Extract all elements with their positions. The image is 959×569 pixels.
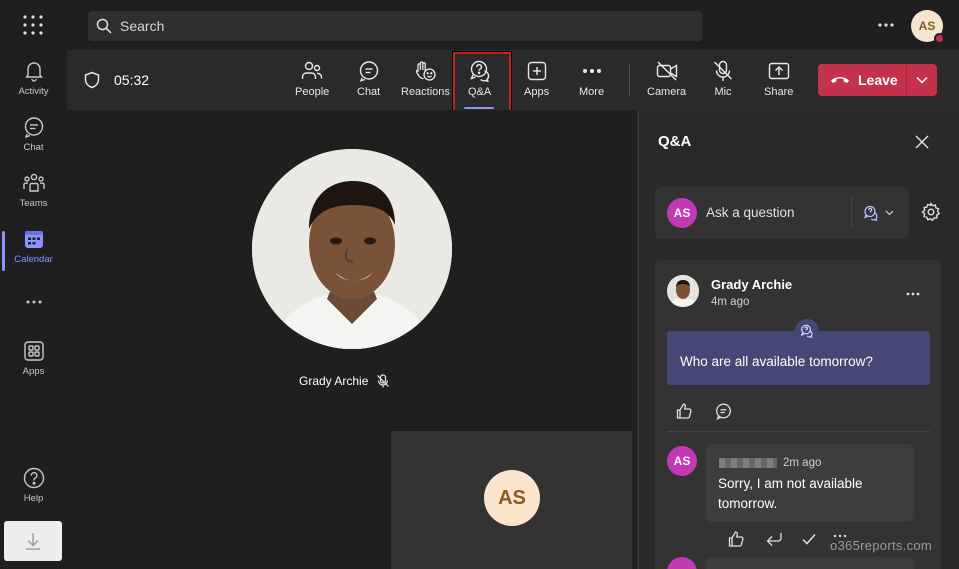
next-reply-avatar bbox=[667, 557, 697, 569]
people-icon bbox=[301, 60, 323, 82]
search-input[interactable]: Search bbox=[88, 11, 702, 41]
meeting-toolbar: 05:32 People Chat Reactions Q&A Apps Mor… bbox=[67, 50, 959, 118]
left-rail: Activity Chat Teams Calendar Apps Help bbox=[0, 50, 67, 569]
question-bubble: Who are all available tomorrow? bbox=[667, 319, 930, 385]
reply-icon[interactable] bbox=[715, 403, 732, 420]
participant-photo bbox=[252, 149, 452, 349]
shield-icon bbox=[83, 71, 101, 89]
rail-item-calendar[interactable]: Calendar bbox=[0, 227, 67, 279]
gear-icon[interactable] bbox=[921, 202, 941, 222]
qa-panel: Q&A AS Ask a question Grady Archie 4m ag… bbox=[638, 110, 959, 569]
more-options-icon[interactable] bbox=[905, 286, 921, 302]
card-divider bbox=[667, 431, 930, 432]
rail-item-help[interactable]: Help bbox=[0, 466, 67, 518]
question-card: Grady Archie 4m ago Who are all availabl… bbox=[655, 260, 941, 569]
camera-button[interactable]: Camera bbox=[647, 60, 686, 102]
close-icon[interactable] bbox=[914, 134, 930, 150]
question-time: 4m ago bbox=[711, 296, 750, 308]
video-stage: Grady Archie AS bbox=[67, 110, 637, 569]
top-bar: Search AS bbox=[0, 0, 959, 50]
more-icon bbox=[581, 60, 603, 82]
more-options-icon[interactable] bbox=[876, 15, 896, 35]
search-placeholder: Search bbox=[120, 18, 165, 34]
question-text: Who are all available tomorrow? bbox=[680, 354, 873, 369]
camera-off-icon bbox=[656, 60, 678, 82]
qa-icon bbox=[863, 205, 878, 221]
self-video-tile: AS bbox=[391, 431, 632, 569]
watermark: o365reports.com bbox=[830, 538, 933, 553]
reply-avatar: AS bbox=[667, 446, 697, 476]
chat-icon bbox=[22, 115, 46, 139]
rail-item-more[interactable] bbox=[0, 290, 67, 314]
search-icon bbox=[96, 18, 112, 34]
hang-up-icon bbox=[831, 77, 849, 83]
panel-title: Q&A bbox=[658, 133, 692, 150]
reply-arrow-icon[interactable] bbox=[765, 530, 783, 548]
reactions-button[interactable]: Reactions bbox=[401, 60, 450, 102]
rail-item-activity[interactable]: Activity bbox=[0, 59, 67, 111]
apps-icon bbox=[22, 339, 46, 363]
ask-question-input[interactable]: Ask a question bbox=[706, 205, 795, 220]
status-dot bbox=[934, 33, 945, 44]
share-icon bbox=[768, 60, 790, 82]
reply-text: Sorry, I am not available tomorrow. bbox=[718, 476, 863, 511]
add-app-icon bbox=[526, 60, 548, 82]
like-icon[interactable] bbox=[675, 402, 693, 420]
question-badge-icon bbox=[795, 319, 819, 343]
like-icon[interactable] bbox=[727, 530, 745, 548]
share-button[interactable]: Share bbox=[764, 60, 793, 102]
leave-button-group: Leave bbox=[818, 64, 937, 96]
meeting-timer: 05:32 bbox=[114, 72, 150, 88]
ask-divider bbox=[851, 197, 852, 229]
reply-bubble: 2m ago Sorry, I am not available tomorro… bbox=[706, 444, 914, 522]
chat-icon bbox=[358, 60, 380, 82]
mic-button[interactable]: Mic bbox=[712, 60, 734, 102]
chevron-down-icon bbox=[885, 210, 894, 216]
qa-active-indicator bbox=[464, 107, 494, 109]
ask-question-box[interactable]: AS Ask a question bbox=[655, 187, 909, 239]
participant-name: Grady Archie bbox=[299, 374, 369, 388]
leave-options-chevron-icon[interactable] bbox=[907, 76, 937, 84]
mic-muted-icon bbox=[368, 374, 390, 388]
next-reply-bubble bbox=[706, 557, 914, 569]
teams-icon bbox=[22, 171, 46, 195]
rail-item-chat[interactable]: Chat bbox=[0, 115, 67, 167]
mic-off-icon bbox=[712, 60, 734, 82]
more-icon bbox=[22, 290, 46, 314]
rail-item-teams[interactable]: Teams bbox=[0, 171, 67, 223]
self-avatar: AS bbox=[484, 470, 540, 526]
help-icon bbox=[22, 466, 46, 490]
toolbar-divider bbox=[629, 64, 630, 96]
bell-icon bbox=[22, 59, 46, 83]
download-button[interactable] bbox=[4, 521, 62, 561]
reactions-icon bbox=[414, 60, 437, 82]
profile-avatar[interactable]: AS bbox=[911, 10, 945, 44]
people-button[interactable]: People bbox=[295, 60, 329, 102]
reply-time: 2m ago bbox=[783, 457, 822, 469]
checkmark-icon[interactable] bbox=[800, 530, 818, 548]
leave-button[interactable]: Leave bbox=[818, 64, 906, 96]
apps-button[interactable]: Apps bbox=[524, 60, 549, 102]
question-mode-dropdown[interactable] bbox=[863, 205, 894, 221]
calendar-icon bbox=[22, 227, 46, 251]
chat-button[interactable]: Chat bbox=[357, 60, 380, 102]
question-author: Grady Archie bbox=[711, 277, 793, 292]
app-launcher-icon[interactable] bbox=[22, 14, 44, 36]
participant-name-tag: Grady Archie bbox=[299, 374, 390, 388]
author-avatar bbox=[667, 275, 699, 307]
more-button[interactable]: More bbox=[579, 60, 604, 102]
meeting-window: 05:32 People Chat Reactions Q&A Apps Mor… bbox=[67, 50, 959, 569]
download-icon bbox=[23, 531, 43, 551]
redacted-name bbox=[719, 458, 777, 468]
avatar: AS bbox=[667, 198, 697, 228]
rail-item-apps[interactable]: Apps bbox=[0, 339, 67, 391]
